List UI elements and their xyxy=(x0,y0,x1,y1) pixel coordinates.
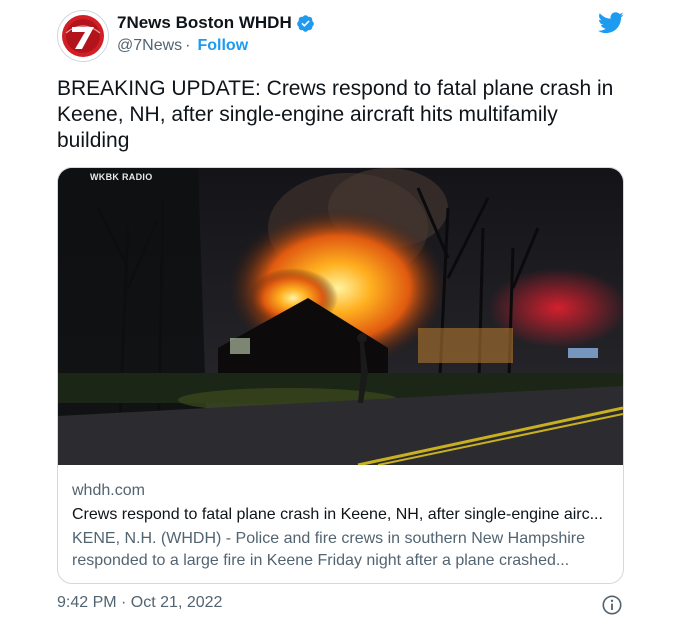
avatar[interactable] xyxy=(57,10,109,62)
info-icon[interactable] xyxy=(601,594,623,616)
card-meta: whdh.com Crews respond to fatal plane cr… xyxy=(72,480,612,572)
follow-button[interactable]: Follow xyxy=(197,37,248,55)
card-image-watermark: WKBK RADIO xyxy=(90,172,153,182)
tweet-embed: 7News Boston WHDH @7News · Follow BREAKI… xyxy=(0,0,688,623)
link-card[interactable]: WKBK RADIO whdh.com Crews respond to fat… xyxy=(57,167,624,584)
tweet-timestamp[interactable]: 9:42 PM · Oct 21, 2022 xyxy=(57,594,222,612)
author-handle[interactable]: @7News xyxy=(117,37,182,55)
card-title[interactable]: Crews respond to fatal plane crash in Ke… xyxy=(72,504,612,526)
author-block: 7News Boston WHDH @7News · Follow xyxy=(117,12,315,55)
channel-7-logo-icon xyxy=(59,12,107,60)
verified-badge-icon xyxy=(296,14,314,32)
card-domain: whdh.com xyxy=(72,482,145,499)
author-display-name[interactable]: 7News Boston WHDH xyxy=(117,13,292,33)
card-image-fire-scene[interactable] xyxy=(58,168,623,465)
twitter-bird-icon[interactable] xyxy=(598,12,624,34)
card-description: KENE, N.H. (WHDH) - Police and fire crew… xyxy=(72,530,586,569)
separator-dot: · xyxy=(185,37,191,54)
tweet-text: BREAKING UPDATE: Crews respond to fatal … xyxy=(57,77,614,152)
